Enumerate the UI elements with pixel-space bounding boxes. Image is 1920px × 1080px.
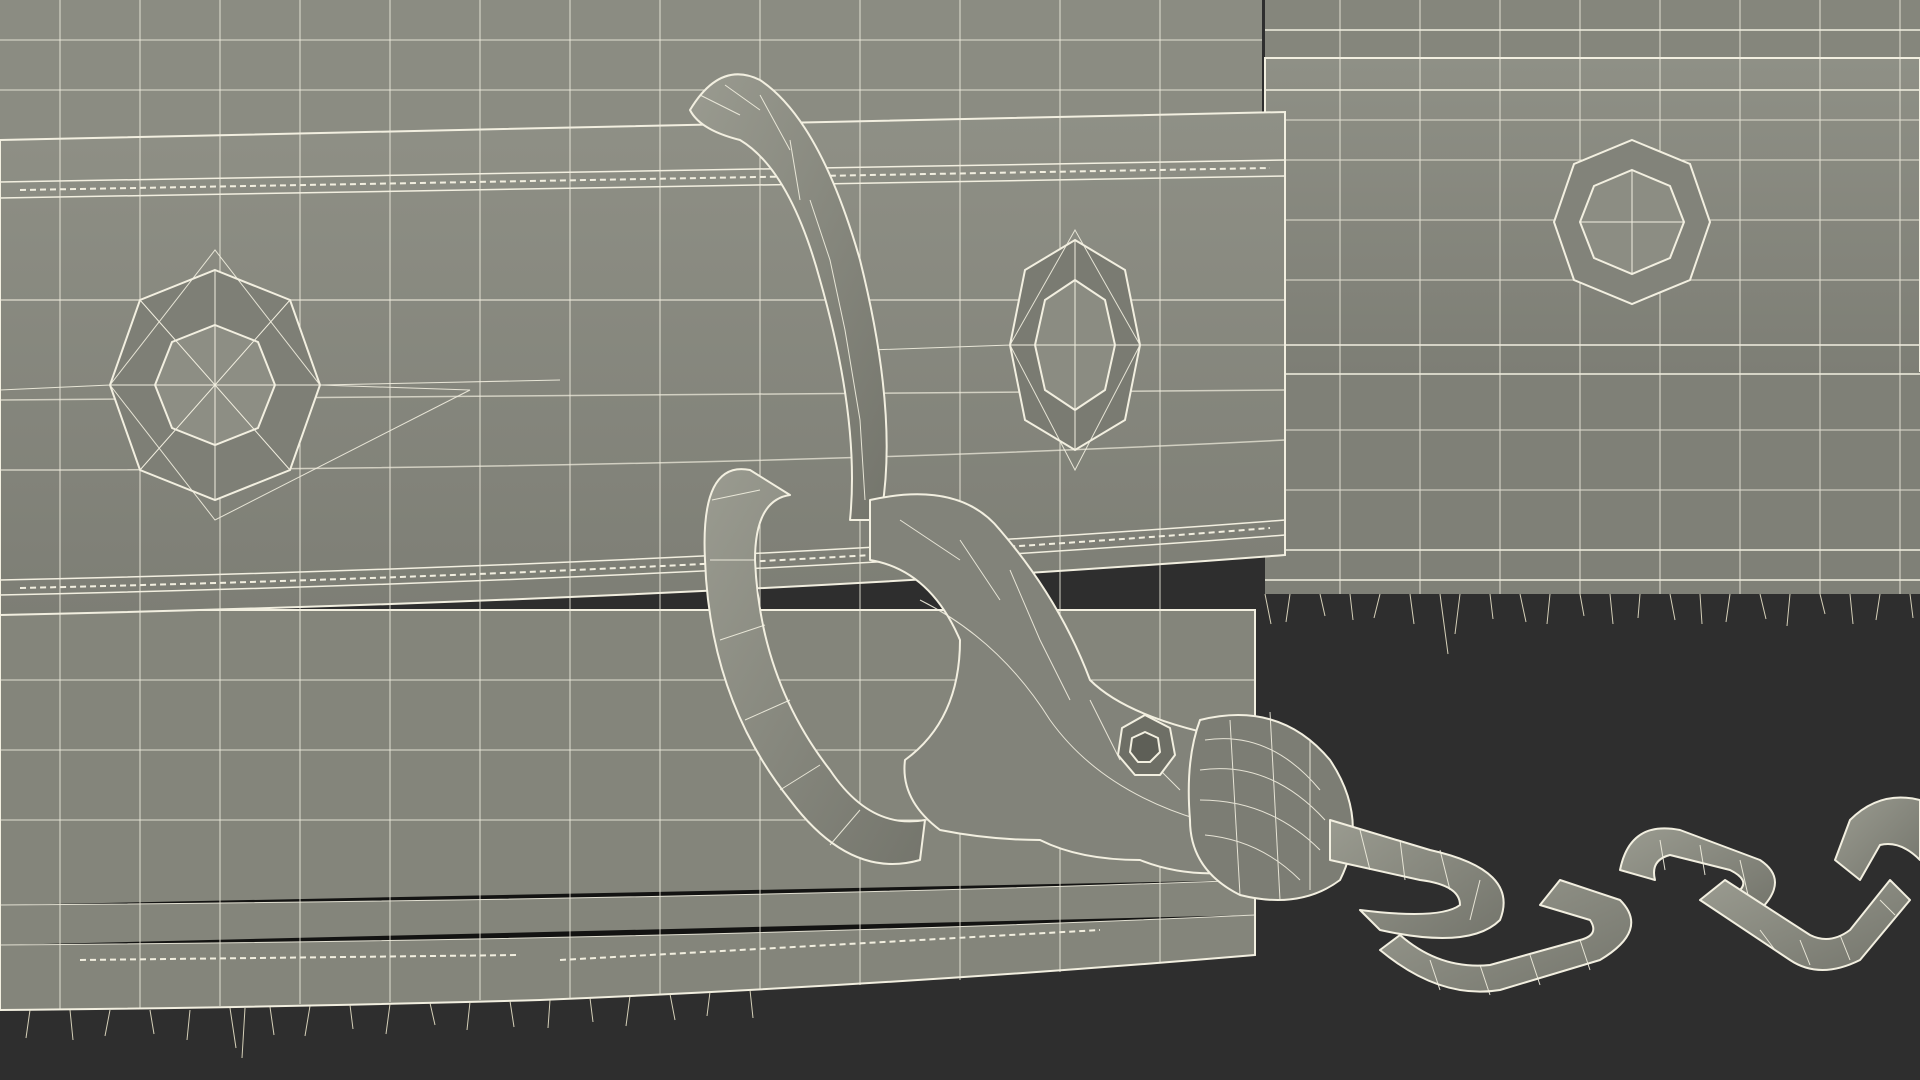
left-cuff: [0, 0, 1286, 1059]
left-cuff-stud: [108, 268, 322, 502]
right-cuff-stud: [1552, 138, 1712, 306]
left-cuff-center-stud: [1008, 238, 1142, 452]
right-cuff-lower-body: [1265, 372, 1920, 594]
wireframe-render-viewport: [0, 0, 1920, 1080]
right-cuff: [1264, 0, 1920, 655]
